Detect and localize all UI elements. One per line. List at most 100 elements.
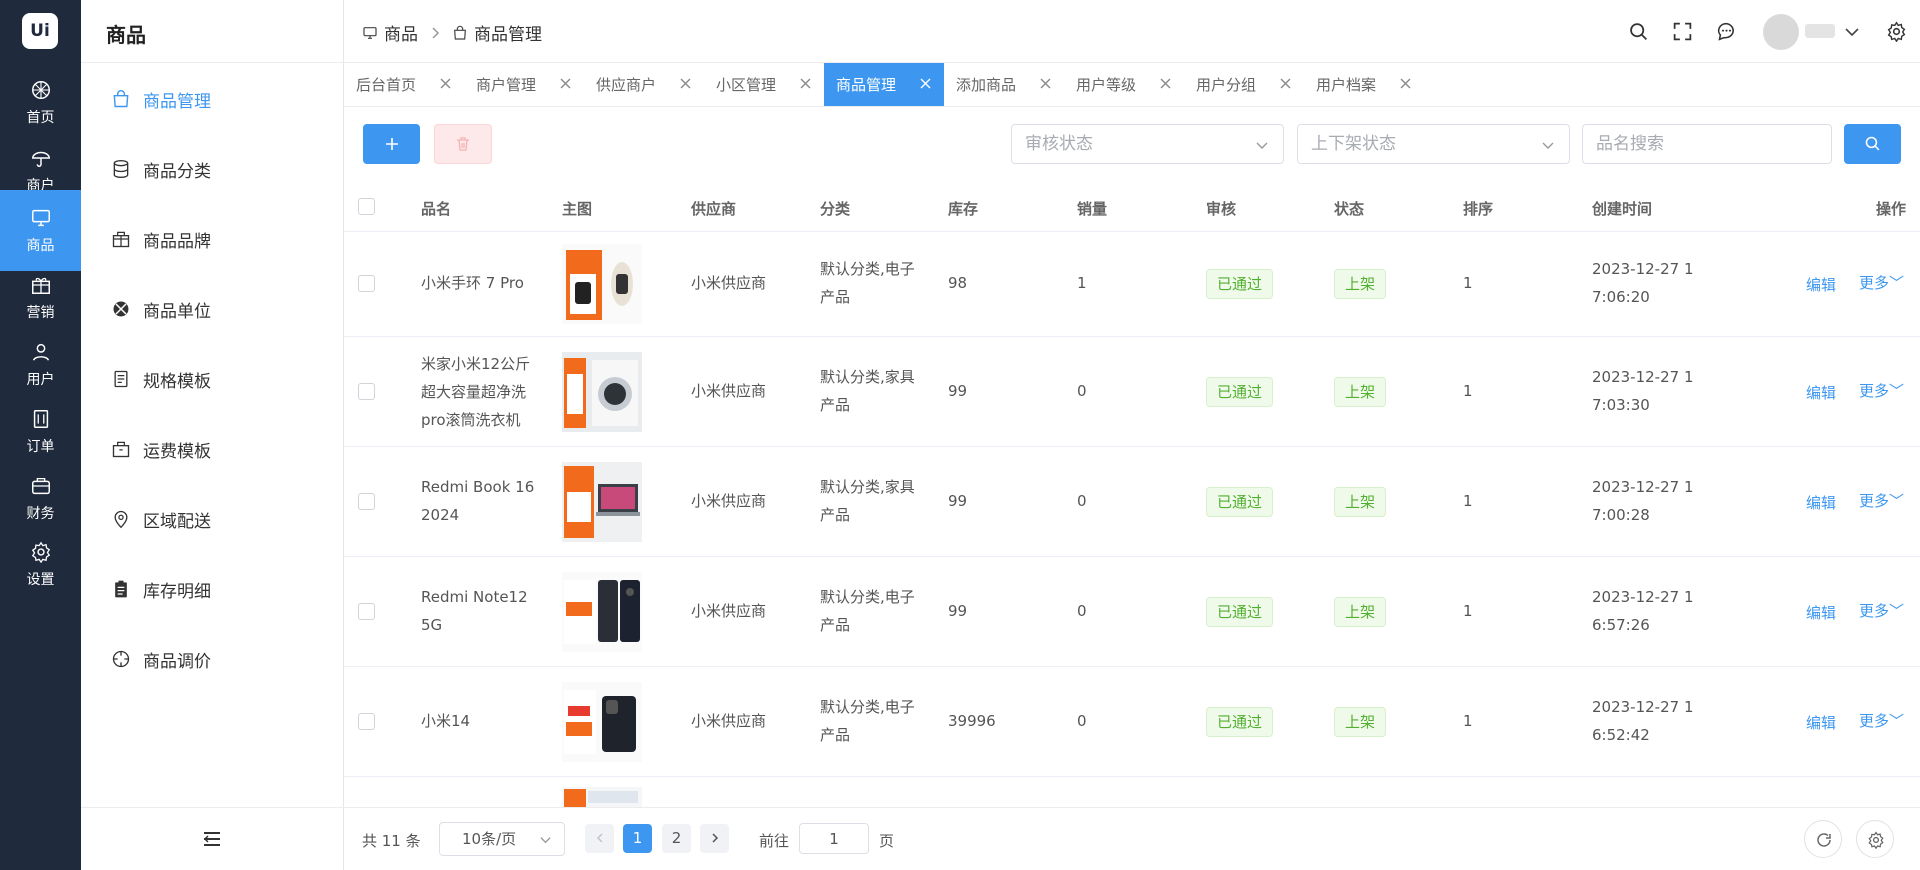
- supplier: 小米供应商: [691, 492, 767, 510]
- table-row[interactable]: 小米14 小米供应商 默认分类,电子 产品 39996 0 已通过 上架 1 20…: [344, 667, 1920, 777]
- divider: [81, 62, 344, 63]
- message-icon[interactable]: [1716, 21, 1737, 42]
- tab-goods-manage[interactable]: 商品管理: [824, 63, 944, 106]
- chevron-left-icon: [596, 833, 603, 843]
- column-header: 排序: [1463, 200, 1494, 218]
- add-button[interactable]: [363, 124, 420, 164]
- sidebar-item-category[interactable]: 商品分类: [111, 154, 211, 184]
- close-icon[interactable]: [439, 77, 452, 90]
- stock: 99: [948, 382, 968, 400]
- row-checkbox[interactable]: [358, 603, 375, 620]
- sidebar-item-inventory[interactable]: 库存明细: [111, 574, 211, 604]
- close-icon[interactable]: [1399, 77, 1412, 90]
- sales: 0: [1077, 602, 1087, 620]
- more-dropdown[interactable]: 更多﹀: [1859, 600, 1904, 621]
- sidebar-item-unit[interactable]: 商品单位: [111, 294, 211, 324]
- table-settings-button[interactable]: [1856, 820, 1894, 858]
- goods-image[interactable]: [562, 462, 642, 542]
- tab-user-group[interactable]: 用户分组: [1184, 63, 1304, 106]
- close-icon[interactable]: [1159, 77, 1172, 90]
- fullscreen-icon[interactable]: [1672, 21, 1693, 42]
- next-page-button[interactable]: [700, 824, 729, 853]
- tab-supplier[interactable]: 供应商户: [584, 63, 704, 106]
- tab-label: 用户档案: [1316, 76, 1377, 94]
- more-dropdown[interactable]: 更多﹀: [1859, 490, 1904, 511]
- more-dropdown[interactable]: 更多﹀: [1859, 380, 1904, 401]
- sort-order: 1: [1463, 492, 1473, 510]
- close-icon[interactable]: [559, 77, 572, 90]
- shelf-status-badge: 上架: [1334, 269, 1387, 299]
- chevron-down-icon[interactable]: [1844, 24, 1860, 40]
- goods-name: 米家小米12公斤 超大容量超净洗 pro滚筒洗衣机: [421, 355, 531, 429]
- more-dropdown[interactable]: 更多﹀: [1859, 272, 1904, 293]
- tab-user-profile[interactable]: 用户档案: [1304, 63, 1424, 106]
- select-placeholder: 审核状态: [1025, 134, 1093, 154]
- close-icon[interactable]: [679, 77, 692, 90]
- close-icon[interactable]: [799, 77, 812, 90]
- gear-icon[interactable]: [1886, 21, 1907, 42]
- select-all-checkbox[interactable]: [358, 198, 375, 215]
- table-row[interactable]: Redmi Note12 5G 小米供应商 默认分类,电子 产品 99 0 已通过 …: [344, 557, 1920, 667]
- shopping-bag-icon: [113, 90, 129, 108]
- tab-bar: 后台首页 商户管理 供应商户 小区管理 商品管理 添加商品 用户等级 用户分组 …: [344, 63, 1920, 107]
- close-icon[interactable]: [919, 77, 932, 90]
- chevron-down-icon: [540, 837, 551, 844]
- created-time: 2023-12-27 1 7:03:30: [1592, 368, 1694, 414]
- row-checkbox[interactable]: [358, 713, 375, 730]
- gear-icon: [31, 541, 50, 563]
- search-icon[interactable]: [1628, 21, 1649, 42]
- sub-sidebar: 商品 商品管理 商品分类 商品品牌 商品单位 规格模板 运费模板 区域配送 库存…: [81, 0, 344, 870]
- name-search-input[interactable]: [1582, 124, 1832, 164]
- edit-link[interactable]: 编辑: [1806, 602, 1836, 623]
- goods-image[interactable]: [562, 572, 642, 652]
- tab-user-level[interactable]: 用户等级: [1064, 63, 1184, 106]
- sidebar-item-shipping-template[interactable]: 运费模板: [111, 434, 211, 464]
- goods-image[interactable]: [562, 787, 642, 807]
- avatar[interactable]: [1763, 14, 1799, 50]
- rail-label: 商品: [26, 238, 55, 254]
- tab-community[interactable]: 小区管理: [704, 63, 824, 106]
- goods-image[interactable]: [562, 352, 642, 432]
- row-checkbox[interactable]: [358, 383, 375, 400]
- page-1-button[interactable]: 1: [623, 824, 652, 853]
- goods-image[interactable]: [562, 244, 642, 324]
- delete-button[interactable]: [434, 124, 492, 164]
- table-row[interactable]: Redmi Book 16 2024 小米供应商 默认分类,家具 产品 99 0 已…: [344, 447, 1920, 557]
- user-name-blurred[interactable]: [1805, 24, 1835, 38]
- table-row[interactable]: 小米手环 7 Pro 小米供应商 默认分类,电子 产品 98 1 已通过 上架 1…: [344, 232, 1920, 337]
- sidebar-item-price-adjust[interactable]: 商品调价: [111, 644, 211, 674]
- close-icon[interactable]: [1279, 77, 1292, 90]
- rail-item-settings[interactable]: 设置: [0, 524, 81, 605]
- page-2-button[interactable]: 2: [662, 824, 691, 853]
- sidebar-item-spec-template[interactable]: 规格模板: [111, 364, 211, 394]
- more-dropdown[interactable]: 更多﹀: [1859, 710, 1904, 731]
- row-checkbox[interactable]: [358, 493, 375, 510]
- sort-order: 1: [1463, 712, 1473, 730]
- tab-merchant-manage[interactable]: 商户管理: [464, 63, 584, 106]
- sidebar-item-region-delivery[interactable]: 区域配送: [111, 504, 211, 534]
- row-checkbox[interactable]: [358, 275, 375, 292]
- refresh-button[interactable]: [1804, 820, 1842, 858]
- shelf-status-select[interactable]: 上下架状态: [1297, 124, 1570, 164]
- breadcrumb-item[interactable]: 商品: [384, 20, 418, 45]
- search-button[interactable]: [1844, 124, 1901, 164]
- table-row[interactable]: 米家小米12公斤 超大容量超净洗 pro滚筒洗衣机 小米供应商 默认分类,家具 产品 …: [344, 337, 1920, 447]
- menu-collapse-icon[interactable]: [202, 830, 222, 848]
- sidebar-item-goods-manage[interactable]: 商品管理: [111, 84, 211, 114]
- goods-image[interactable]: [562, 682, 642, 762]
- table-row[interactable]: [344, 777, 1920, 807]
- page-size-select[interactable]: 10条/页: [439, 822, 565, 856]
- shelf-status-badge: 上架: [1334, 597, 1387, 627]
- goto-page-input[interactable]: [799, 823, 869, 854]
- tab-dashboard[interactable]: 后台首页: [344, 63, 464, 106]
- close-icon[interactable]: [1039, 77, 1052, 90]
- edit-link[interactable]: 编辑: [1806, 274, 1836, 295]
- edit-link[interactable]: 编辑: [1806, 712, 1836, 733]
- edit-link[interactable]: 编辑: [1806, 382, 1836, 403]
- edit-link[interactable]: 编辑: [1806, 492, 1836, 513]
- tab-add-goods[interactable]: 添加商品: [944, 63, 1064, 106]
- prev-page-button[interactable]: [585, 824, 614, 853]
- sidebar-item-brand[interactable]: 商品品牌: [111, 224, 211, 254]
- shelf-status-badge: 上架: [1334, 487, 1387, 517]
- audit-status-select[interactable]: 审核状态: [1011, 124, 1284, 164]
